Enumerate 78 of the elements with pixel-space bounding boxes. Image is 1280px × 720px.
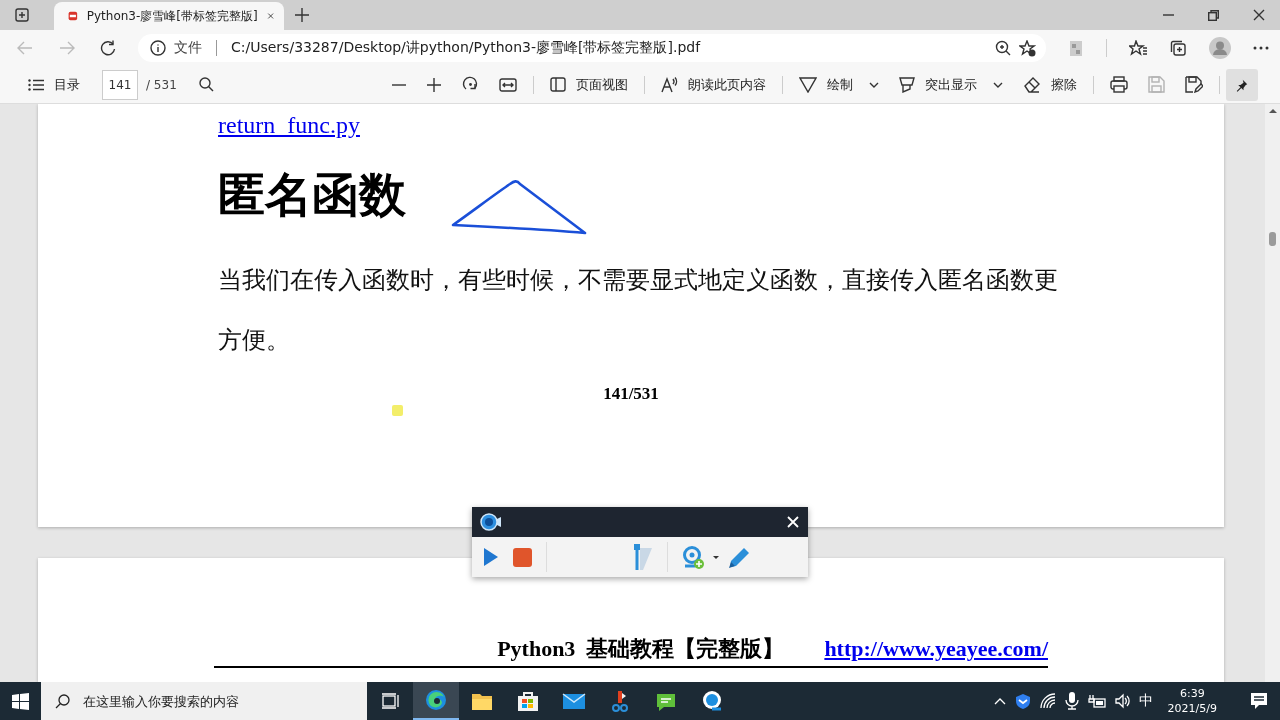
notifications-icon[interactable] [1250,692,1268,710]
fit-width-icon [499,77,517,92]
search-icon [55,694,70,709]
envelope-icon [562,691,586,711]
file-link[interactable]: return_func.py [218,112,360,139]
clock-time[interactable]: 6:39 [1179,686,1205,701]
page-view-icon [550,77,566,92]
highlight-button[interactable]: 突出显示 [889,69,987,100]
add-favorite-icon[interactable] [1019,39,1036,57]
website-link[interactable]: http://www.yeayee.com/ [824,636,1048,662]
close-icon[interactable] [1253,9,1265,21]
microphone-icon[interactable] [1064,692,1079,710]
zoom-in-icon [426,77,442,92]
tab-actions-icon[interactable] [14,7,30,23]
read-aloud-icon [661,76,678,93]
shopping-bag-icon [517,690,539,712]
search-icon[interactable] [198,77,214,92]
url-text: C:/Users/33287/Desktop/讲python/Python3-廖雪峰[带标签完整版].pdf [231,39,701,57]
input-method-indicator[interactable]: 中 [1138,692,1153,710]
new-tab-icon[interactable] [295,8,309,22]
page-total: / 531 [146,77,177,92]
contents-button[interactable]: 目录 [18,69,90,100]
erase-button[interactable]: 擦除 [1013,69,1087,100]
body-paragraph: 当我们在传入函数时，有些时候，不需要显式地定义函数，直接传入匿名函数更方便。 [218,266,1059,355]
page-label: 141/531 [603,384,659,404]
speaker-icon[interactable] [1114,693,1130,709]
scroll-up-icon[interactable] [1267,108,1278,114]
page-number-field[interactable]: 141 [102,69,138,100]
battery-icon[interactable] [1087,694,1106,708]
wifi-icon[interactable] [1039,693,1056,709]
save-icon [1148,76,1165,93]
chevron-down-icon[interactable] [869,81,879,88]
collections-icon[interactable] [1170,39,1187,57]
scrollbar[interactable] [1265,104,1280,682]
scheme-label: 文件 [174,39,202,57]
page-view-button[interactable]: 页面视图 [540,69,638,100]
shield-icon[interactable] [1014,692,1031,710]
page-header-title: Python3 基础教程【完整版】 [497,635,785,663]
windows-start-icon[interactable] [12,692,29,710]
restore-icon[interactable] [1208,9,1219,21]
browser-tab[interactable]: Python3-廖雪峰[带标签完整版] [54,2,284,30]
profile-avatar-icon[interactable] [1209,37,1231,59]
save-as-icon [1185,76,1203,93]
highlighter-icon [899,76,915,93]
tab-title: Python3-廖雪峰[带标签完整版] [86,7,258,25]
more-icon[interactable] [1253,46,1269,50]
scrollbar-thumb[interactable] [1269,232,1276,246]
eraser-icon [1023,76,1041,93]
task-view-icon [381,693,399,709]
folder-icon [471,691,493,711]
read-aloud-button[interactable]: 朗读此页内容 [651,69,776,100]
draw-button[interactable]: 绘制 [789,69,863,100]
refresh-icon[interactable] [100,40,116,56]
info-icon [150,40,166,56]
flag-icon[interactable] [631,544,653,570]
address-bar[interactable]: 文件 C:/Users/33287/Desktop/讲python/Python3-廖雪峰[带标签完整版].pdf [138,34,1046,62]
scissors-icon [610,690,630,712]
zoom-icon[interactable] [995,40,1011,56]
zoom-out-icon [392,83,406,86]
taskbar-search-field[interactable]: 在这里输入你要搜索的内容 [41,682,367,720]
draw-icon [799,76,817,93]
chevron-up-icon[interactable] [993,696,1006,706]
camera-app-icon [480,512,502,532]
print-icon [1110,76,1128,93]
favorites-icon[interactable] [1129,40,1148,56]
extension-icon[interactable] [1068,39,1084,57]
play-icon[interactable] [483,547,499,567]
stop-icon[interactable] [513,547,532,567]
pencil-icon[interactable] [727,545,751,569]
list-icon [28,78,44,91]
cloud-app-icon [701,690,723,712]
pin-toolbar-button[interactable] [1226,68,1258,101]
section-heading: 匿名函数 [218,168,406,223]
clock-date[interactable]: 2021/5/9 [1167,701,1217,716]
webcam-add-icon[interactable] [682,545,705,569]
chevron-down-icon[interactable] [993,81,1003,88]
browser-icon [425,689,447,711]
cursor-highlight [392,405,403,416]
